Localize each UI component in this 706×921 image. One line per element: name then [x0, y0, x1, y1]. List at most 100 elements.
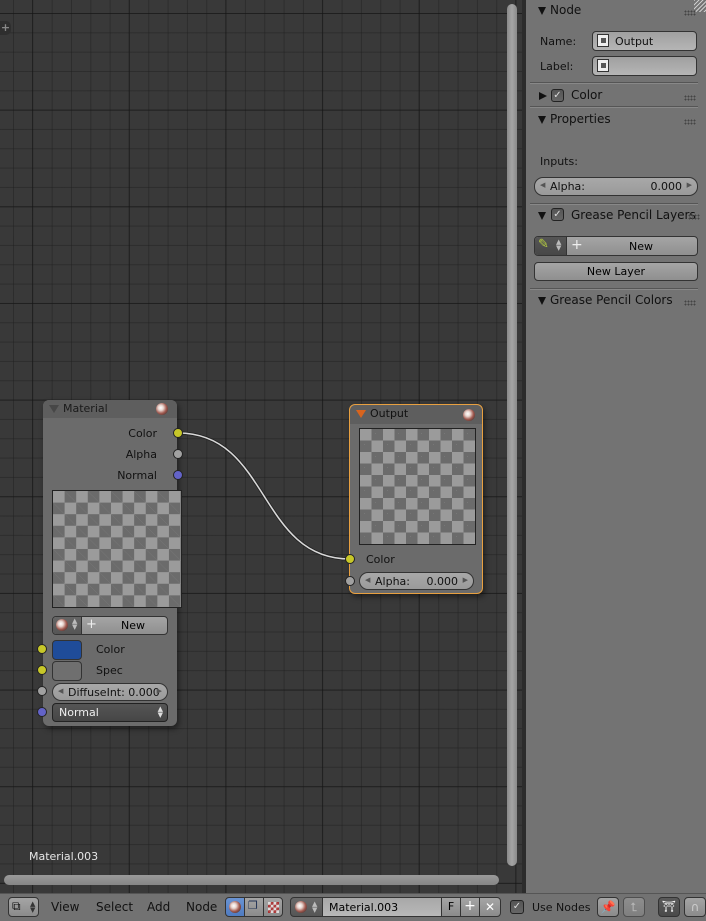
material-alpha-output-socket[interactable] [173, 449, 183, 459]
parent-node-tree-button[interactable]: ⮤ [623, 897, 645, 917]
spec-input-label: Spec [96, 664, 123, 677]
menu-view[interactable]: View [51, 900, 79, 914]
material-color-input-socket[interactable] [37, 644, 47, 654]
output-color-input-label: Color [366, 553, 395, 566]
fake-user-label: F [447, 900, 455, 913]
material-browse-icon[interactable]: ▲ ▼ [53, 617, 82, 634]
output-preview-ball-icon[interactable] [463, 409, 475, 421]
material-name-value: Material.003 [329, 901, 399, 914]
grease-pencil-colors-title[interactable]: Grease Pencil Colors [550, 293, 673, 307]
texture-nodes-button[interactable] [263, 897, 283, 917]
material-spec-input-socket[interactable] [37, 665, 47, 675]
collapse-triangle-icon[interactable] [356, 410, 366, 418]
node-label-field[interactable] [592, 56, 697, 76]
output-node[interactable]: Output Color ◀ Alpha: 0.000 ▶ [349, 404, 483, 594]
decrement-arrow-icon[interactable]: ◀ [365, 576, 370, 584]
menu-node[interactable]: Node [186, 900, 217, 914]
color-section-title[interactable]: Color [571, 88, 602, 102]
output-node-title: Output [370, 407, 409, 420]
output-node-header[interactable]: Output [350, 405, 482, 424]
properties-alpha-value: 0.000 [650, 180, 683, 193]
material-node-title: Material [63, 402, 108, 415]
grease-pencil-new-button[interactable]: ✎ ▲ ▼ + New [534, 236, 698, 256]
material-browse-button[interactable]: ▲ ▼ [290, 897, 323, 917]
diffuse-intensity-field[interactable]: ◀ DiffuseInt: 0.000 ▶ [52, 683, 168, 701]
pin-button[interactable]: 📌 [597, 897, 619, 917]
decrement-arrow-icon[interactable]: ◀ [540, 181, 545, 189]
material-preview-ball-icon[interactable] [156, 403, 168, 415]
use-nodes-checkbox[interactable]: ✓ [510, 900, 524, 914]
unlink-material-button[interactable]: ✕ [479, 897, 501, 917]
use-nodes-label[interactable]: Use Nodes [532, 901, 591, 914]
material-node-header[interactable]: Material [43, 400, 177, 418]
grease-pencil-layers-title[interactable]: Grease Pencil Layers [571, 208, 696, 222]
properties-alpha-label: Alpha: [550, 180, 585, 193]
drag-grip-icon[interactable] [684, 119, 696, 125]
material-normal-input-socket[interactable] [37, 707, 47, 717]
color-input-label: Color [96, 643, 125, 656]
vertical-scrollbar[interactable] [507, 4, 517, 866]
grease-pencil-browse-icon[interactable]: ✎ ▲ ▼ [535, 237, 567, 255]
node-editor-header: ⧉ ▲ ▼ View Select Add Node ❐ ▲ ▼ Material.… [0, 893, 706, 921]
snap-button[interactable]: ∩ [684, 897, 706, 917]
expand-triangle-icon[interactable] [538, 212, 546, 220]
material-name-field[interactable]: Material.003 [322, 897, 442, 917]
material-normal-output-socket[interactable] [173, 470, 183, 480]
output-alpha-value: 0.000 [426, 575, 459, 588]
shader-type-group: ❐ [225, 897, 284, 917]
diffuse-intensity-value: DiffuseInt: 0.000 [68, 686, 160, 699]
material-new-label: New [121, 619, 145, 632]
collapse-triangle-icon[interactable] [49, 405, 59, 413]
menu-add[interactable]: Add [147, 900, 170, 914]
plus-icon: + [464, 898, 476, 914]
grease-pencil-layers-checkbox[interactable]: ✓ [551, 208, 564, 221]
drag-grip-icon[interactable] [688, 214, 700, 220]
node-name-field[interactable]: Output [592, 31, 697, 51]
menu-select[interactable]: Select [96, 900, 133, 914]
increment-arrow-icon[interactable]: ▶ [463, 576, 468, 584]
properties-panel: Node Name: Output Label: ✓ Color Propert… [522, 0, 706, 893]
backdrop-button[interactable]: ⛩ [658, 897, 680, 917]
collapsed-triangle-icon[interactable] [539, 92, 547, 100]
output-alpha-input-socket[interactable] [345, 576, 355, 586]
node-editor-canvas[interactable]: + Material Color Alpha Normal ▲ ▼ + New C… [0, 0, 522, 893]
output-preview-image [359, 428, 476, 545]
new-material-button[interactable]: + [460, 897, 480, 917]
output-color-input-socket[interactable] [345, 554, 355, 564]
shader-nodes-button[interactable] [225, 897, 245, 917]
expand-triangle-icon[interactable] [538, 116, 546, 124]
expand-triangle-icon[interactable] [538, 7, 546, 15]
material-node[interactable]: Material Color Alpha Normal ▲ ▼ + New Col… [43, 400, 182, 726]
drag-grip-icon[interactable] [684, 95, 696, 101]
normal-select-value: Normal [59, 706, 99, 719]
node-editor-icon: ⧉ [12, 899, 21, 913]
new-layer-button[interactable]: New Layer [534, 262, 698, 281]
name-label: Name: [540, 35, 577, 48]
normal-select[interactable]: Normal ▲ ▼ [52, 703, 168, 722]
fake-user-button[interactable]: F [441, 897, 461, 917]
increment-arrow-icon[interactable]: ▶ [687, 181, 692, 189]
properties-section-title[interactable]: Properties [550, 112, 611, 126]
properties-alpha-field[interactable]: ◀ Alpha: 0.000 ▶ [534, 177, 698, 196]
new-plus-icon: + [86, 617, 97, 632]
color-swatch[interactable] [52, 640, 82, 660]
editor-type-selector[interactable]: ⧉ ▲ ▼ [8, 897, 39, 917]
decrement-arrow-icon[interactable]: ◀ [58, 687, 63, 695]
drag-grip-icon[interactable] [684, 300, 696, 306]
inputs-label: Inputs: [540, 155, 578, 168]
node-name-value: Output [615, 35, 654, 48]
pencil-icon: ✎ [538, 237, 549, 252]
material-new-button[interactable]: ▲ ▼ + New [52, 616, 168, 635]
compositing-nodes-button[interactable]: ❐ [244, 897, 264, 917]
increment-arrow-icon[interactable]: ▶ [157, 687, 162, 695]
horizontal-scrollbar[interactable] [4, 875, 499, 885]
expand-triangle-icon[interactable] [538, 297, 546, 305]
material-color-output-socket[interactable] [173, 428, 183, 438]
material-diffuse-input-socket[interactable] [37, 686, 47, 696]
node-section-title[interactable]: Node [550, 3, 581, 17]
material-preview-image [52, 490, 182, 608]
color-section-checkbox[interactable]: ✓ [551, 89, 564, 102]
output-alpha-field[interactable]: ◀ Alpha: 0.000 ▶ [359, 572, 474, 590]
drag-grip-icon[interactable] [684, 10, 696, 16]
spec-swatch[interactable] [52, 661, 82, 681]
